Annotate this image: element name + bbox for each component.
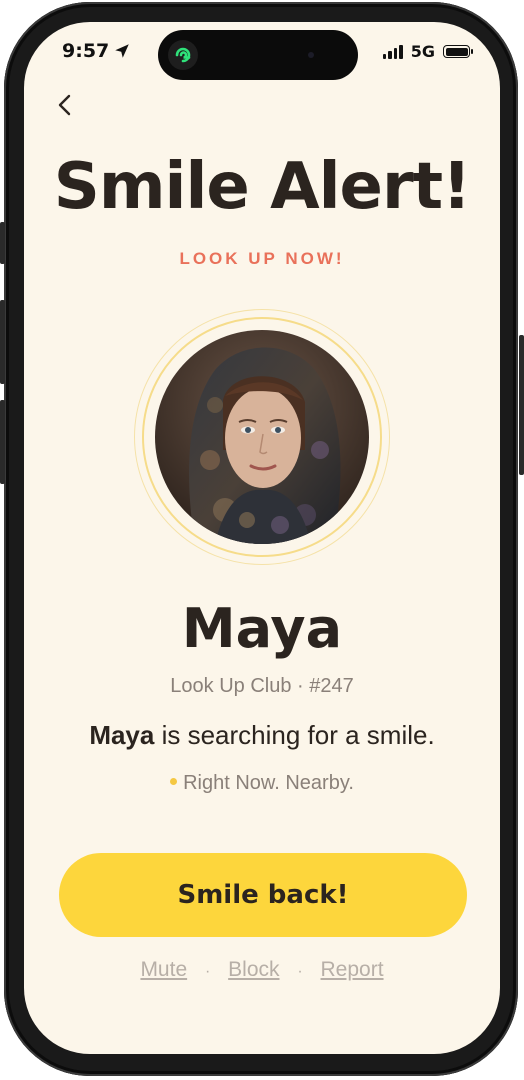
time-text: 9:57	[62, 40, 110, 62]
mute-link[interactable]: Mute	[140, 958, 187, 981]
network-label: 5G	[410, 42, 435, 61]
chevron-left-icon	[58, 94, 71, 116]
status-indicators: 5G	[382, 42, 473, 61]
profile-name: Maya	[181, 597, 343, 660]
app-logo-icon	[168, 40, 198, 70]
presence-text: Right Now. Nearby.	[183, 772, 354, 794]
avatar[interactable]	[155, 330, 369, 544]
block-link[interactable]: Block	[228, 958, 279, 981]
smile-message: Maya is searching for a smile.	[24, 720, 500, 751]
message-text: is searching for a smile.	[154, 720, 435, 750]
moderation-links: Mute · Block · Report	[24, 958, 500, 982]
alert-title: Smile Alert!	[53, 150, 472, 224]
power-button	[519, 335, 524, 475]
alert-subtitle: LOOK UP NOW!	[179, 249, 345, 268]
club-membership: Look Up Club · #247	[170, 675, 354, 697]
location-arrow-icon	[115, 44, 130, 58]
separator: ·	[297, 963, 303, 980]
separator: ·	[204, 963, 211, 980]
signal-bars-icon	[382, 44, 403, 59]
back-button[interactable]	[50, 90, 80, 120]
dynamic-island	[158, 30, 358, 80]
smile-back-button[interactable]: Smile back!	[59, 853, 467, 937]
battery-icon	[443, 45, 473, 58]
report-link[interactable]: Report	[321, 958, 384, 981]
volume-down-button	[0, 400, 5, 484]
message-name: Maya	[89, 720, 155, 750]
action-button	[0, 222, 5, 264]
avatar-photo	[155, 330, 369, 544]
presence-dot-icon	[170, 778, 178, 786]
app-screen: 9:57 5G Smile Alert! LOOK UP NOW! Maya L…	[24, 22, 500, 1054]
status-time: 9:57	[62, 40, 131, 62]
presence-status: Right Now. Nearby.	[24, 772, 500, 795]
camera-icon	[308, 52, 314, 58]
volume-up-button	[0, 300, 5, 384]
